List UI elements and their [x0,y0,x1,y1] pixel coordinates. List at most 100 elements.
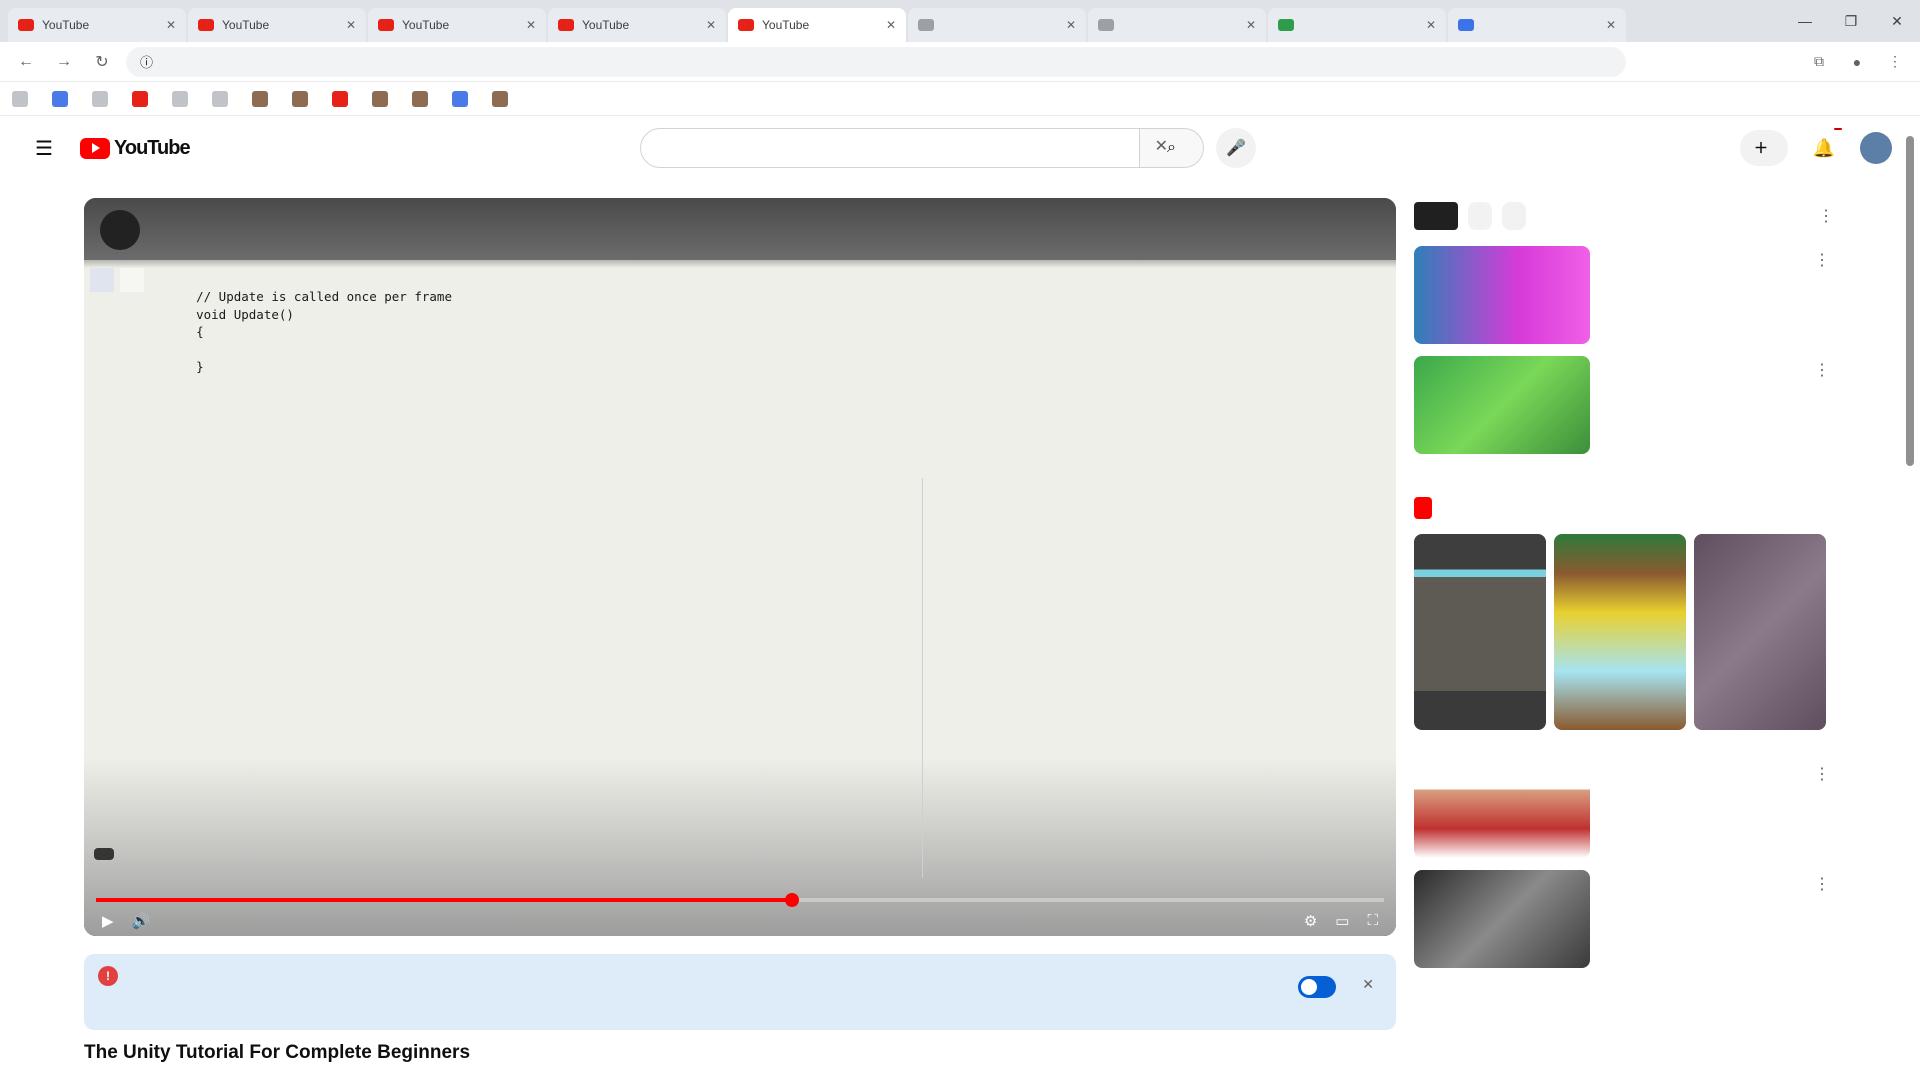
short-thumbnail[interactable] [1414,534,1546,730]
tab-close-icon[interactable]: ✕ [346,18,356,32]
profile-icon[interactable]: ● [1844,49,1870,75]
bookmark-favicon-icon [172,90,188,107]
browser-tab[interactable]: ✕ [908,8,1086,42]
line-number [124,323,166,341]
browser-menu-icon[interactable]: ⋮ [1882,49,1908,75]
browser-tab-active[interactable]: YouTube ✕ [728,8,906,42]
video-meta [1600,760,1834,858]
minimize-icon[interactable]: — [1782,0,1828,42]
more-options-icon[interactable]: ⋮ [1814,360,1830,380]
voice-search-button[interactable]: 🎤 [1216,128,1256,168]
editor-guide-line [922,478,923,878]
bookmark-item[interactable] [172,90,194,107]
create-button[interactable]: ＋ [1740,130,1788,166]
fullscreen-icon[interactable]: ⛶ [1367,912,1378,930]
recommended-video[interactable]: ⋮ [1414,870,1834,968]
page-scrollbar[interactable] [1906,136,1914,466]
tab-label: YouTube [42,18,90,32]
tab-close-icon[interactable]: ✕ [526,18,536,32]
clear-search-icon[interactable]: ✕ [1155,136,1168,156]
more-options-icon[interactable]: ⋮ [1814,764,1830,784]
extensions-icon[interactable]: ⧉ [1806,49,1832,75]
more-options-icon[interactable]: ⋮ [1818,206,1834,226]
player-chip[interactable] [94,848,114,860]
reload-icon[interactable]: ↻ [88,48,116,76]
settings-gear-icon[interactable]: ⚙ [1304,912,1317,930]
forward-arrow-icon[interactable]: → [50,48,78,76]
tab-close-icon[interactable]: ✕ [1426,18,1436,32]
tab-favicon-icon [198,19,214,31]
bookmark-item[interactable] [52,90,74,107]
video-thumbnail[interactable] [1414,356,1590,454]
site-info-icon[interactable]: ⓘ [140,52,153,71]
notice-toggle[interactable] [1298,976,1336,998]
recommended-video[interactable]: ⋮ [1414,246,1834,344]
scrubber-handle[interactable] [784,893,799,907]
sponsor-logo[interactable] [1414,202,1458,230]
play-icon[interactable]: ▶ [102,912,114,930]
bookmark-item[interactable] [412,90,434,107]
browser-tab[interactable]: YouTube ✕ [368,8,546,42]
short-item[interactable] [1554,534,1686,738]
tab-close-icon[interactable]: ✕ [1246,18,1256,32]
maximize-icon[interactable]: ❐ [1828,0,1874,42]
tab-close-icon[interactable]: ✕ [1606,18,1616,32]
more-options-icon[interactable]: ⋮ [1814,874,1830,894]
recommended-video[interactable]: ⋮ [1414,356,1834,454]
sponsor-chip[interactable] [1468,202,1492,230]
tab-close-icon[interactable]: ✕ [886,18,896,32]
bookmark-favicon-icon [452,90,468,107]
video-thumbnail[interactable] [1414,870,1590,968]
short-thumbnail[interactable] [1554,534,1686,730]
search-input[interactable] [640,128,1140,168]
bookmark-favicon-icon [52,90,68,107]
tab-close-icon[interactable]: ✕ [166,18,176,32]
notice-close-icon[interactable]: ✕ [1362,976,1374,993]
bookmark-item[interactable] [92,90,114,107]
youtube-logo[interactable]: YouTube [80,137,194,160]
video-thumbnail[interactable] [1414,760,1590,858]
close-window-icon[interactable]: ✕ [1874,0,1920,42]
tab-close-icon[interactable]: ✕ [1066,18,1076,32]
line-number [124,288,166,306]
bookmark-item[interactable] [372,90,394,107]
code-line: void Update() [124,306,452,324]
bookmark-item[interactable] [492,90,514,107]
short-item[interactable] [1414,534,1546,738]
bookmark-item[interactable] [212,90,234,107]
search-button[interactable]: ⌕ [1140,128,1204,168]
back-arrow-icon[interactable]: ← [12,48,40,76]
account-avatar[interactable] [1860,132,1892,164]
bookmark-item[interactable] [132,90,154,107]
plus-icon: ＋ [1754,140,1768,156]
url-field[interactable]: ⓘ [126,46,1626,77]
short-thumbnail[interactable] [1694,534,1826,730]
video-thumbnail[interactable] [1414,246,1590,344]
recommended-video[interactable]: ⋮ [1414,760,1834,858]
bookmark-item[interactable] [12,90,34,107]
bookmark-item[interactable] [332,90,354,107]
more-options-icon[interactable]: ⋮ [1814,250,1830,270]
sponsored-row: ⋮ [1414,198,1834,234]
browser-tab[interactable]: ✕ [1448,8,1626,42]
theater-mode-icon[interactable]: ▭ [1335,912,1349,930]
video-player[interactable]: // Update is called once per frame void … [84,198,1396,936]
progress-bar[interactable] [96,893,1384,907]
search-bar: ✕ ⌕ 🎤 [640,128,1256,168]
volume-icon[interactable]: 🔊 [132,912,151,930]
browser-tab[interactable]: ✕ [1268,8,1446,42]
tab-close-icon[interactable]: ✕ [706,18,716,32]
video-frame: // Update is called once per frame void … [84,198,1396,936]
short-item[interactable] [1694,534,1826,738]
notifications-button[interactable]: 🔔 [1804,128,1844,168]
bookmark-item[interactable] [452,90,474,107]
tab-label: YouTube [762,18,810,32]
bookmark-item[interactable] [252,90,274,107]
hamburger-menu-icon[interactable]: ☰ [24,128,64,168]
sponsor-chip[interactable] [1502,202,1526,230]
bookmark-item[interactable] [292,90,314,107]
browser-tab[interactable]: YouTube ✕ [548,8,726,42]
browser-tab[interactable]: ✕ [1088,8,1266,42]
browser-tab[interactable]: YouTube ✕ [188,8,366,42]
browser-tab[interactable]: YouTube ✕ [8,8,186,42]
